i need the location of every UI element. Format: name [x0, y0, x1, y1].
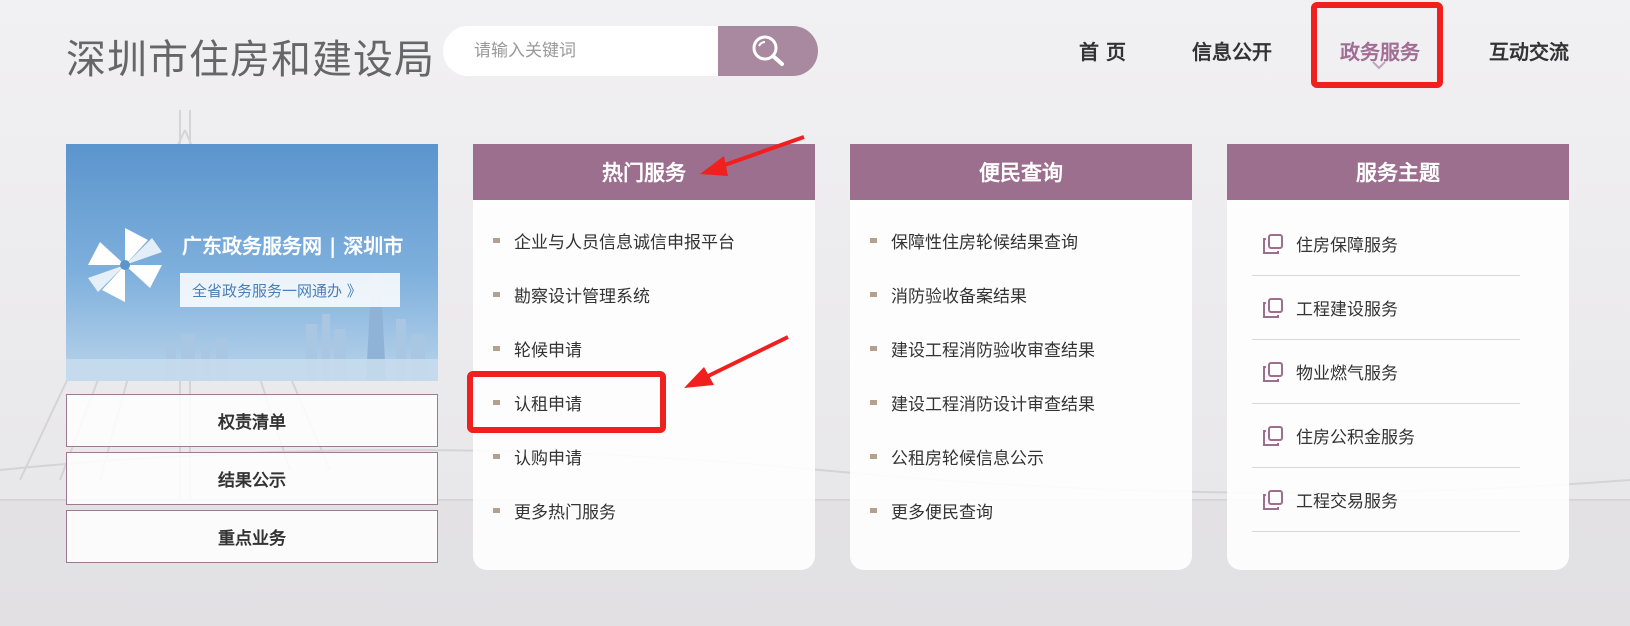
- service-topics-card: 服务主题 住房保障服务 工程建设服务 物业燃气服务 住房公积金服务 工程交易服务: [1227, 144, 1569, 570]
- gd-gov-logo-icon: [88, 228, 162, 302]
- power-list-button[interactable]: 权责清单: [66, 394, 438, 447]
- public-query-item[interactable]: 建设工程消防设计审查结果: [870, 390, 1095, 415]
- search-icon: [752, 35, 784, 66]
- nav-item-info-public[interactable]: 信息公开: [1192, 36, 1272, 65]
- topic-item[interactable]: 住房公积金服务: [1252, 404, 1520, 468]
- search-bar: [443, 26, 818, 76]
- search-button[interactable]: [718, 26, 818, 76]
- key-business-button[interactable]: 重点业务: [66, 510, 438, 563]
- nav-item-home[interactable]: 首 页: [1079, 36, 1126, 65]
- public-query-title: 便民查询: [850, 144, 1192, 200]
- copy-icon: [1263, 425, 1283, 446]
- hot-service-item[interactable]: 企业与人员信息诚信申报平台: [493, 228, 735, 253]
- topic-item[interactable]: 住房保障服务: [1252, 212, 1520, 276]
- bullet-icon: [493, 454, 500, 459]
- public-query-more-link[interactable]: 更多便民查询: [870, 498, 993, 523]
- copy-icon: [1263, 233, 1283, 254]
- topic-item[interactable]: 工程交易服务: [1252, 468, 1520, 532]
- banner-title: 广东政务服务网 | 深圳市: [182, 234, 404, 258]
- hot-service-item[interactable]: 认购申请: [493, 444, 582, 469]
- banner-subtitle: 全省政务服务一网通办 》: [180, 273, 400, 307]
- bullet-icon: [870, 400, 877, 405]
- public-query-item[interactable]: 保障性住房轮候结果查询: [870, 228, 1078, 253]
- bullet-icon: [870, 454, 877, 459]
- hot-service-item[interactable]: 轮候申请: [493, 336, 582, 361]
- bullet-icon: [493, 238, 500, 243]
- copy-icon: [1263, 489, 1283, 510]
- chevron-down-icon: [1372, 61, 1386, 70]
- hot-service-item-rent-apply[interactable]: 认租申请: [493, 390, 582, 415]
- public-query-item[interactable]: 消防验收备案结果: [870, 282, 1027, 307]
- copy-icon: [1263, 361, 1283, 382]
- hot-services-card: 热门服务 企业与人员信息诚信申报平台 勘察设计管理系统 轮候申请 认租申请 认购…: [473, 144, 815, 570]
- result-publicity-button[interactable]: 结果公示: [66, 452, 438, 505]
- bullet-icon: [870, 508, 877, 513]
- bullet-icon: [493, 508, 500, 513]
- nav-item-interaction[interactable]: 互动交流: [1489, 36, 1569, 65]
- bullet-icon: [870, 238, 877, 243]
- topic-item[interactable]: 物业燃气服务: [1252, 340, 1520, 404]
- bullet-icon: [870, 346, 877, 351]
- bullet-icon: [493, 292, 500, 297]
- hot-service-item[interactable]: 勘察设计管理系统: [493, 282, 650, 307]
- public-query-item[interactable]: 公租房轮候信息公示: [870, 444, 1044, 469]
- guangdong-gov-service-banner[interactable]: 广东政务服务网 | 深圳市 全省政务服务一网通办 》: [66, 144, 438, 381]
- hot-services-title: 热门服务: [473, 144, 815, 200]
- bullet-icon: [493, 400, 500, 405]
- copy-icon: [1263, 297, 1283, 318]
- topic-item[interactable]: 工程建设服务: [1252, 276, 1520, 340]
- search-input[interactable]: [443, 26, 718, 76]
- service-topics-title: 服务主题: [1227, 144, 1569, 200]
- hot-service-more-link[interactable]: 更多热门服务: [493, 498, 616, 523]
- public-query-item[interactable]: 建设工程消防验收审查结果: [870, 336, 1095, 361]
- public-query-card: 便民查询 保障性住房轮候结果查询 消防验收备案结果 建设工程消防验收审查结果 建…: [850, 144, 1192, 570]
- bullet-icon: [493, 346, 500, 351]
- site-title: 深圳市住房和建设局: [66, 37, 435, 83]
- bullet-icon: [870, 292, 877, 297]
